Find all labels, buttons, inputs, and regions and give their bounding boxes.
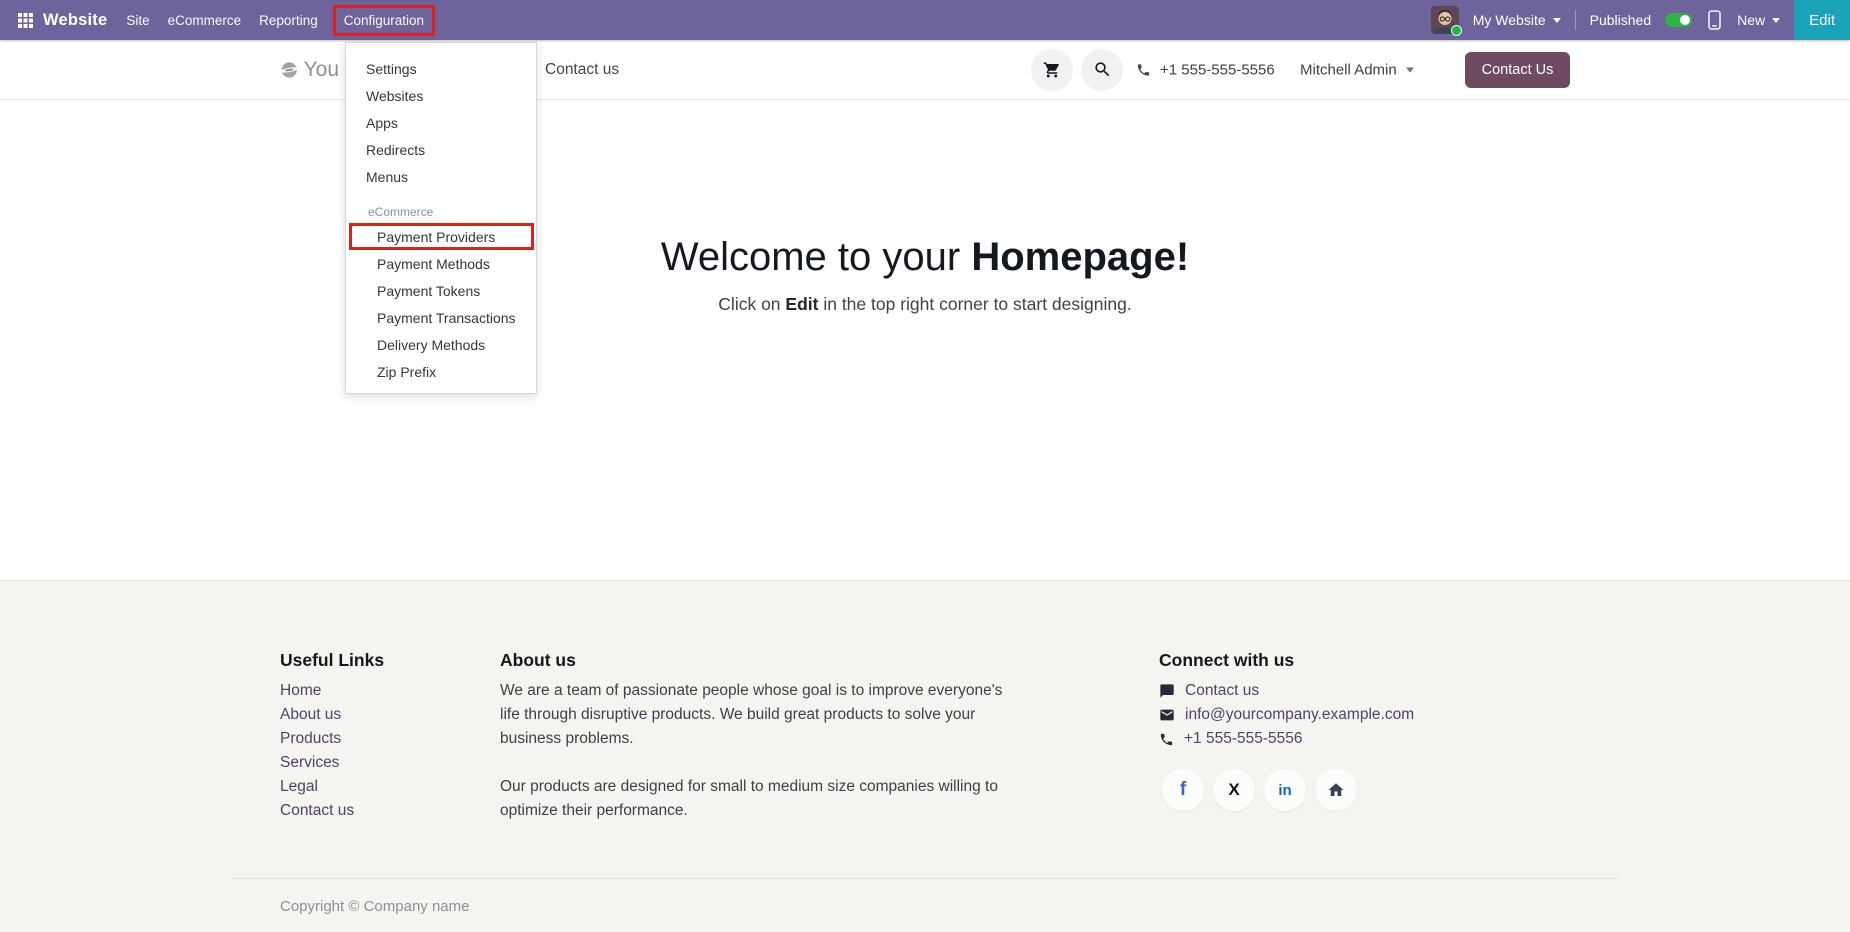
- x-twitter-icon: X: [1228, 780, 1239, 800]
- topbar-menu-configuration[interactable]: Configuration: [333, 5, 435, 36]
- social-links: f X in: [1162, 769, 1357, 811]
- configuration-dropdown-menu: Settings Websites Apps Redirects Menus e…: [345, 42, 537, 394]
- chevron-down-icon: [1772, 18, 1780, 23]
- homepage-content: Welcome to your Homepage! Click on Edit …: [0, 100, 1850, 580]
- search-icon: [1093, 60, 1112, 79]
- menu-item-settings[interactable]: Settings: [346, 56, 536, 83]
- contact-us-button[interactable]: Contact Us: [1465, 52, 1570, 88]
- about-paragraph-2: Our products are designed for small to m…: [500, 775, 1017, 823]
- page-title: Welcome to your Homepage!: [0, 234, 1850, 280]
- menu-item-payment-methods[interactable]: Payment Methods: [346, 251, 536, 278]
- linkedin-icon: in: [1278, 782, 1291, 799]
- topbar-menu-ecommerce[interactable]: eCommerce: [165, 13, 245, 28]
- topbar-systray: My Website Published New Edit: [1431, 0, 1850, 40]
- menu-item-delivery-methods[interactable]: Delivery Methods: [346, 332, 536, 359]
- topbar-menu-site[interactable]: Site: [123, 13, 152, 28]
- footer-link-contact-us[interactable]: Contact us: [280, 802, 354, 819]
- website-page-header: You Contact us +1 555-555-5556 Mitchell …: [0, 40, 1850, 100]
- publish-toggle[interactable]: [1665, 13, 1692, 27]
- footer-link-legal[interactable]: Legal: [280, 778, 318, 795]
- user-account-menu[interactable]: Mitchell Admin: [1300, 61, 1414, 78]
- mobile-preview-icon[interactable]: [1706, 8, 1723, 32]
- about-paragraph-1: We are a team of passionate people whose…: [500, 679, 1017, 751]
- connect-email-link[interactable]: info@yourcompany.example.com: [1159, 703, 1479, 727]
- company-logo[interactable]: You: [281, 58, 339, 82]
- menu-item-payment-providers[interactable]: Payment Providers: [346, 224, 536, 251]
- topbar-menus: Website Site eCommerce Reporting Configu…: [0, 0, 435, 40]
- footer-useful-links: Useful Links Home About us Products Serv…: [280, 649, 384, 823]
- copyright-text: Copyright © Company name: [280, 897, 469, 917]
- cart-icon: [1043, 61, 1061, 79]
- footer-about-us: About us We are a team of passionate peo…: [500, 649, 1017, 823]
- online-status-dot: [1451, 25, 1462, 36]
- footer-connect: Connect with us Contact us info@yourcomp…: [1159, 649, 1479, 751]
- connect-contact-link[interactable]: Contact us: [1159, 679, 1479, 703]
- menu-item-payment-transactions[interactable]: Payment Transactions: [346, 305, 536, 332]
- footer-link-products[interactable]: Products: [280, 730, 341, 747]
- x-twitter-button[interactable]: X: [1213, 769, 1255, 811]
- user-avatar[interactable]: [1431, 6, 1459, 34]
- menu-item-payment-tokens[interactable]: Payment Tokens: [346, 278, 536, 305]
- menu-section-ecommerce: eCommerce: [346, 203, 536, 221]
- envelope-icon: [1159, 707, 1175, 723]
- toggle-knob: [1680, 15, 1690, 25]
- linkedin-button[interactable]: in: [1264, 769, 1306, 811]
- footer-divider: [232, 878, 1618, 879]
- connect-phone-link[interactable]: +1 555-555-5556: [1159, 727, 1479, 751]
- phone-icon: [1136, 62, 1151, 77]
- grid-icon: [18, 13, 33, 28]
- footer-column-title: Useful Links: [280, 649, 384, 671]
- search-button[interactable]: [1081, 49, 1123, 91]
- home-icon: [1327, 781, 1345, 799]
- edit-button[interactable]: Edit: [1794, 0, 1850, 40]
- menu-item-redirects[interactable]: Redirects: [346, 137, 536, 164]
- footer-link-services[interactable]: Services: [280, 754, 339, 771]
- menu-item-zip-prefix[interactable]: Zip Prefix: [346, 359, 536, 386]
- logo-sphere-icon: [281, 59, 298, 81]
- facebook-button[interactable]: f: [1162, 769, 1204, 811]
- topbar-menu-reporting[interactable]: Reporting: [256, 13, 321, 28]
- logo-text: You: [304, 58, 339, 82]
- separator: [1575, 10, 1576, 30]
- header-phone-number: +1 555-555-5556: [1160, 61, 1275, 78]
- page-subtitle: Click on Edit in the top right corner to…: [0, 294, 1850, 315]
- footer-link-home[interactable]: Home: [280, 682, 321, 699]
- new-content-button[interactable]: New: [1737, 12, 1780, 28]
- apps-grid-icon[interactable]: [18, 13, 33, 28]
- nav-contact-us[interactable]: Contact us: [545, 61, 619, 79]
- chevron-down-icon: [1553, 18, 1561, 23]
- footer-column-title: About us: [500, 649, 1017, 671]
- facebook-icon: f: [1180, 779, 1186, 801]
- odoo-top-navbar: Website Site eCommerce Reporting Configu…: [0, 0, 1850, 40]
- header-phone-link[interactable]: +1 555-555-5556: [1136, 61, 1275, 78]
- menu-item-websites[interactable]: Websites: [346, 83, 536, 110]
- phone-icon: [1159, 732, 1174, 747]
- menu-item-menus[interactable]: Menus: [346, 164, 536, 191]
- website-switcher[interactable]: My Website: [1473, 12, 1561, 28]
- website-footer: Useful Links Home About us Products Serv…: [0, 580, 1850, 932]
- footer-column-title: Connect with us: [1159, 649, 1479, 671]
- smartphone-icon: [1706, 8, 1723, 32]
- menu-item-apps[interactable]: Apps: [346, 110, 536, 137]
- footer-link-about-us[interactable]: About us: [280, 706, 341, 723]
- cart-button[interactable]: [1031, 49, 1073, 91]
- home-link-button[interactable]: [1315, 769, 1357, 811]
- chat-bubble-icon: [1159, 683, 1175, 699]
- chevron-down-icon: [1406, 67, 1414, 72]
- publish-label: Published: [1590, 12, 1652, 28]
- app-name[interactable]: Website: [43, 11, 107, 30]
